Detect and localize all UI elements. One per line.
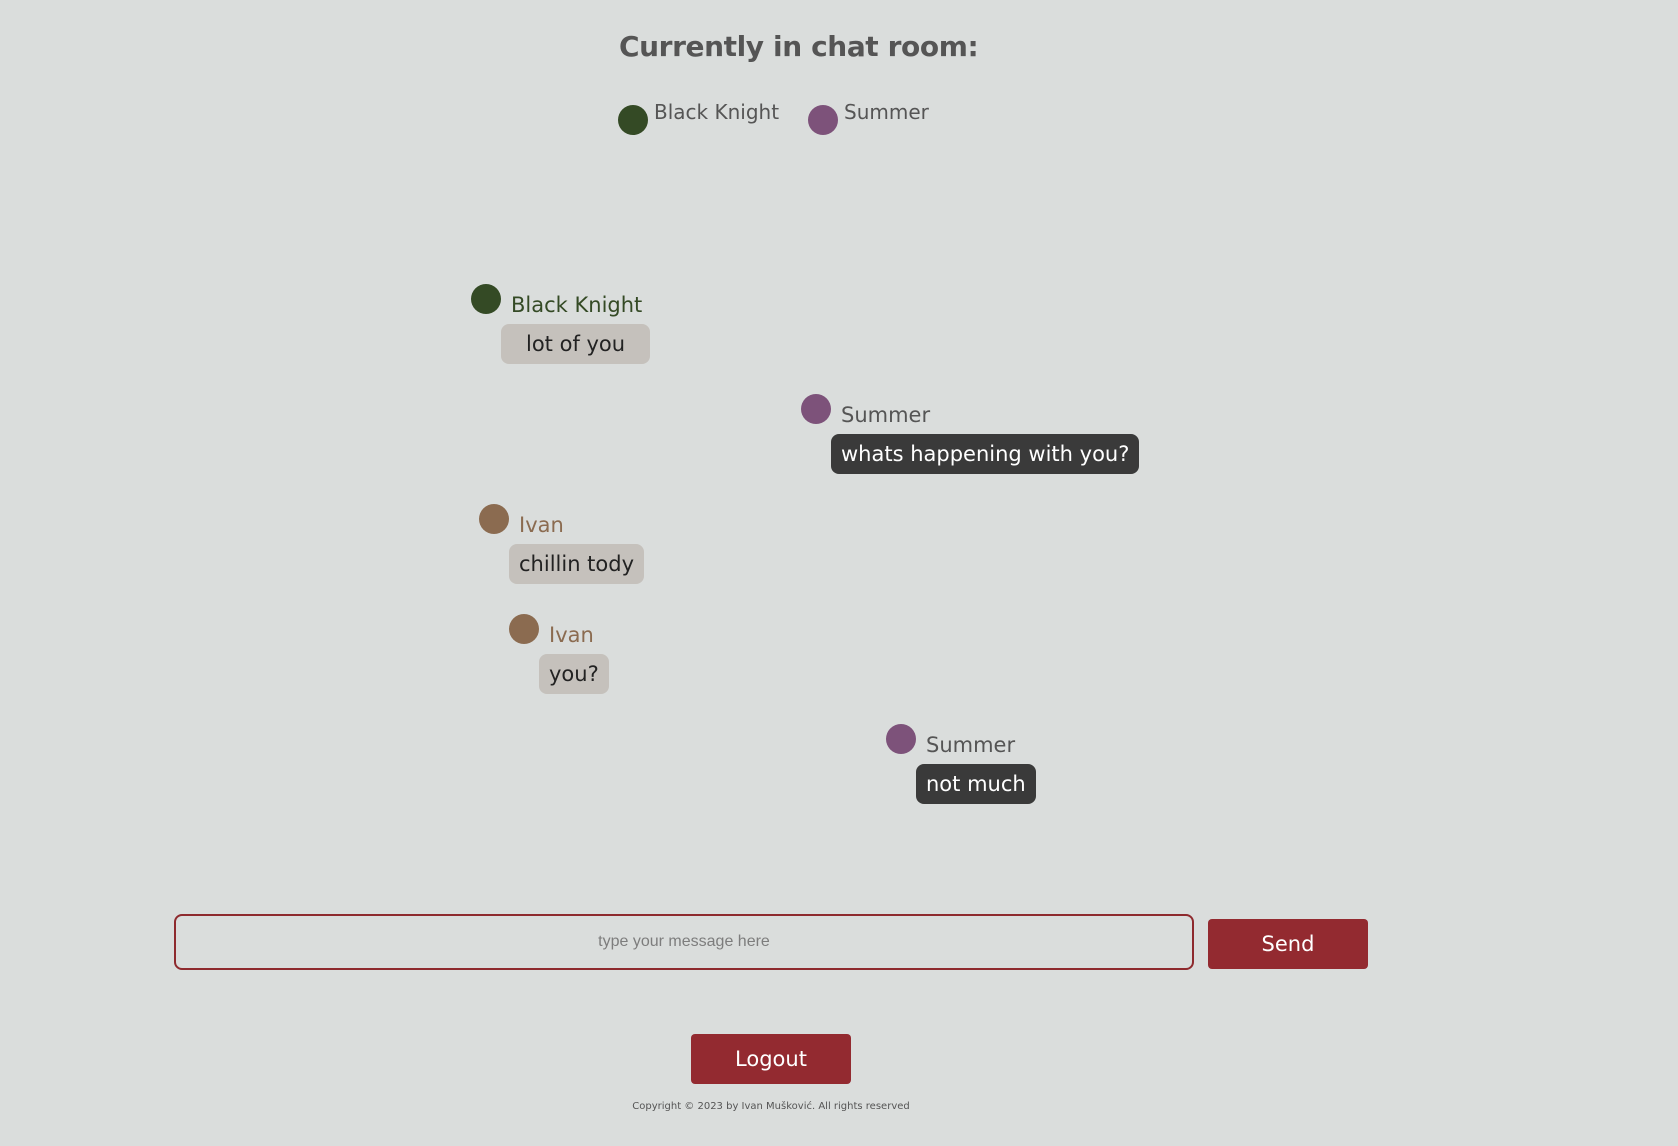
message-sender: Summer xyxy=(926,733,1016,757)
send-button[interactable]: Send xyxy=(1208,919,1368,969)
user-color-dot xyxy=(618,105,648,135)
logout-button[interactable]: Logout xyxy=(691,1034,851,1084)
message-sender: Summer xyxy=(841,403,931,427)
message-sender: Ivan xyxy=(549,623,594,647)
footer-copyright: Copyright © 2023 by Ivan Mušković. All r… xyxy=(632,1101,910,1112)
sender-avatar-dot xyxy=(886,724,916,754)
message-bubble: you? xyxy=(539,654,609,694)
sender-avatar-dot xyxy=(479,504,509,534)
online-user-name: Summer xyxy=(844,100,929,124)
user-color-dot xyxy=(808,105,838,135)
sender-avatar-dot xyxy=(471,284,501,314)
message-input[interactable] xyxy=(174,914,1194,970)
sender-avatar-dot xyxy=(509,614,539,644)
message-bubble: not much xyxy=(916,764,1036,804)
message-sender: Black Knight xyxy=(511,293,643,317)
sender-avatar-dot xyxy=(801,394,831,424)
message-bubble: chillin tody xyxy=(509,544,645,584)
message-bubble: whats happening with you? xyxy=(831,434,1140,474)
online-user-name: Black Knight xyxy=(654,100,780,124)
page-title: Currently in chat room: xyxy=(619,30,979,63)
message-bubble: lot of you xyxy=(501,324,651,364)
message-sender: Ivan xyxy=(519,513,564,537)
